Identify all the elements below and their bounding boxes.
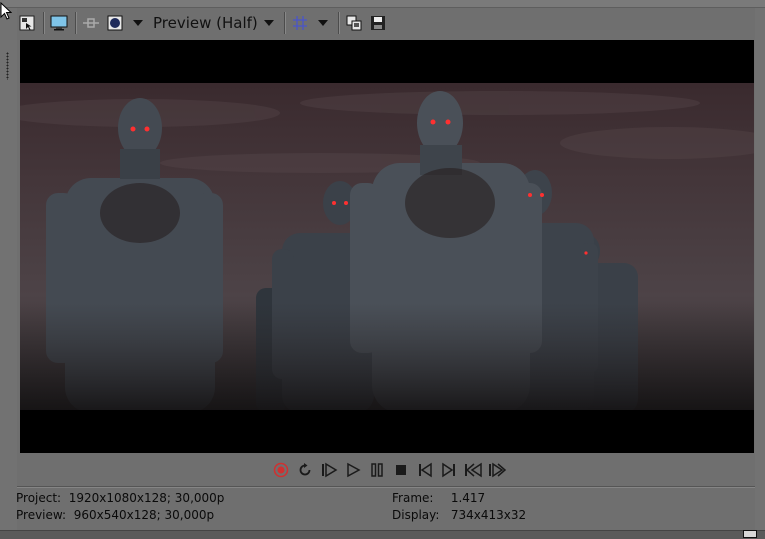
copy-snapshot-button[interactable] xyxy=(344,13,364,33)
project-properties-icon xyxy=(19,15,35,31)
toolbar-separator xyxy=(337,12,340,34)
mouse-cursor-icon xyxy=(0,2,12,20)
go-to-start-icon xyxy=(419,462,432,478)
toolbar-separator xyxy=(283,12,286,34)
video-preview-toolbar: Preview (Half) xyxy=(17,8,755,38)
toolbar-separator xyxy=(43,12,45,34)
overlays-dropdown-icon[interactable] xyxy=(317,20,328,26)
window-top-strip xyxy=(0,0,765,8)
external-monitor-icon xyxy=(50,15,68,31)
go-to-end-button[interactable] xyxy=(438,459,460,481)
right-gutter xyxy=(755,8,765,530)
play-button[interactable] xyxy=(342,459,364,481)
go-to-start-button[interactable] xyxy=(414,459,436,481)
overlays-grid-icon xyxy=(292,16,307,30)
drag-grip-handle[interactable] xyxy=(6,52,9,80)
frame-info: Frame: 1.417 xyxy=(392,491,485,505)
split-screen-button[interactable] xyxy=(81,13,101,33)
project-value: 1920x1080x128; 30,000p xyxy=(68,491,225,505)
external-monitor-button[interactable] xyxy=(49,13,69,33)
video-fx-icon xyxy=(107,15,123,31)
preview-quality-dropdown-icon[interactable] xyxy=(263,20,274,26)
split-screen-icon xyxy=(83,18,99,28)
project-label: Project: xyxy=(16,491,62,505)
previous-frame-button[interactable] xyxy=(462,459,484,481)
record-icon xyxy=(273,462,289,478)
video-preview-frame[interactable] xyxy=(20,40,754,453)
project-info: Project: 1920x1080x128; 30,000p xyxy=(16,491,224,505)
stop-button[interactable] xyxy=(390,459,412,481)
display-value: 734x413x32 xyxy=(450,508,527,522)
overlays-button[interactable] xyxy=(290,13,310,33)
copy-snapshot-icon xyxy=(346,15,362,31)
preview-quality-label[interactable]: Preview (Half) xyxy=(153,14,258,32)
docking-gutter xyxy=(0,8,17,530)
project-properties-button[interactable] xyxy=(17,13,37,33)
toolbar-separator xyxy=(75,12,77,34)
preview-info: Preview: 960x540x128; 30,000p xyxy=(16,508,214,522)
status-divider xyxy=(17,486,755,488)
record-button[interactable] xyxy=(270,459,292,481)
next-frame-icon xyxy=(489,462,507,478)
display-label: Display: xyxy=(392,508,440,522)
play-from-start-button[interactable] xyxy=(318,459,340,481)
go-to-end-icon xyxy=(442,462,455,478)
video-fx-dropdown-icon[interactable] xyxy=(133,20,143,26)
pause-button[interactable] xyxy=(366,459,388,481)
preview-image xyxy=(20,83,754,410)
loop-playback-button[interactable] xyxy=(294,459,316,481)
window-corner-button[interactable] xyxy=(743,530,757,538)
preview-value: 960x540x128; 30,000p xyxy=(73,508,215,522)
next-frame-button[interactable] xyxy=(486,459,508,481)
video-fx-button[interactable] xyxy=(105,13,125,33)
stop-icon xyxy=(396,465,406,475)
display-info: Display: 734x413x32 xyxy=(392,508,526,522)
play-from-start-icon xyxy=(322,462,338,478)
loop-icon xyxy=(299,463,311,476)
zombie-scene-illustration xyxy=(20,91,754,410)
preview-label: Preview: xyxy=(16,508,67,522)
previous-frame-icon xyxy=(465,462,482,478)
frame-label: Frame: xyxy=(392,491,434,505)
save-snapshot-icon xyxy=(370,16,385,30)
frame-value: 1.417 xyxy=(450,491,486,505)
play-icon xyxy=(347,462,361,478)
transport-controls xyxy=(270,459,510,481)
save-snapshot-button[interactable] xyxy=(368,13,388,33)
pause-icon xyxy=(371,463,383,477)
